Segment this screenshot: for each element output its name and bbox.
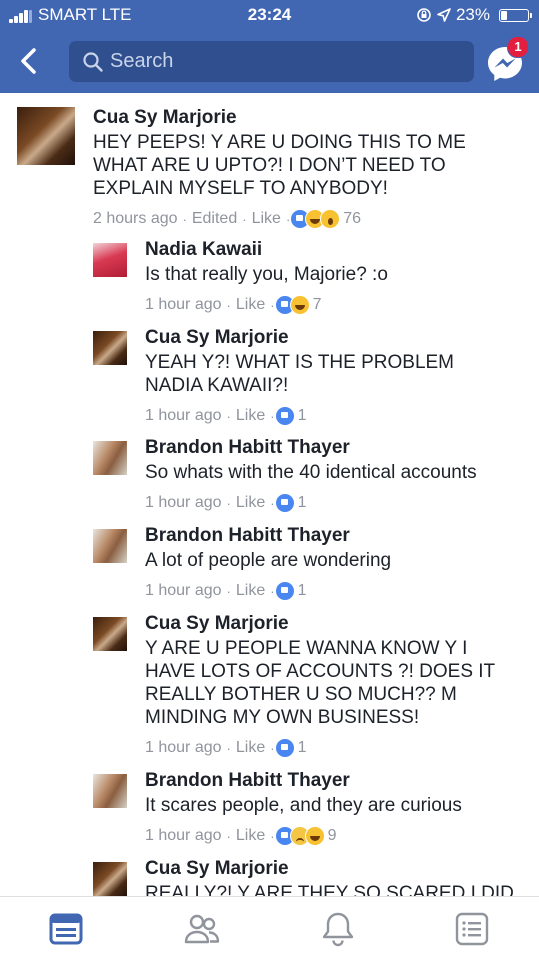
haha-reaction-icon[interactable] (304, 826, 325, 846)
notification-badge: 1 (507, 36, 529, 58)
reaction-count[interactable]: 9 (328, 827, 337, 845)
news-feed-icon[interactable] (46, 909, 86, 949)
comments-list: Cua Sy Marjorie HEY PEEPS! Y ARE U DOING … (0, 93, 539, 896)
comment-author[interactable]: Brandon Habitt Thayer (145, 525, 350, 547)
like-reaction-icon[interactable] (274, 406, 295, 426)
separator: · (226, 583, 231, 599)
separator: · (270, 495, 275, 511)
reaction-count[interactable]: 1 (298, 494, 307, 512)
avatar[interactable] (93, 617, 127, 651)
comment-author[interactable]: Brandon Habitt Thayer (145, 437, 350, 459)
reaction-count[interactable]: 7 (313, 296, 322, 314)
separator: · (226, 740, 231, 756)
comment-text: Is that really you, Majorie? :o (145, 264, 388, 285)
search-bar[interactable] (69, 41, 474, 82)
comment-meta: 1 hour ago · Like · 1 (145, 406, 306, 426)
comment-text: REALLY?! Y ARE THEY SO SCARED I DID (145, 883, 514, 896)
status-bar: SMART LTE 23:24 23% (0, 0, 539, 30)
top-bar: SMART LTE 23:24 23% 1 (0, 0, 539, 93)
reaction-count[interactable]: 1 (298, 407, 307, 425)
separator: · (270, 408, 275, 424)
comment-meta: 1 hour ago · Like · 1 (145, 738, 306, 758)
reaction-count[interactable]: 76 (343, 210, 361, 228)
separator: · (270, 740, 275, 756)
comment-author[interactable]: Cua Sy Marjorie (145, 613, 289, 635)
separator: · (226, 297, 231, 313)
avatar[interactable] (93, 774, 127, 808)
location-arrow-icon (437, 8, 451, 22)
like-button[interactable]: Like (236, 582, 265, 600)
separator: · (226, 828, 231, 844)
notifications-icon[interactable] (318, 909, 358, 949)
comment-text: HEY PEEPS! Y ARE U DOING THIS TO ME WHAT… (93, 132, 466, 199)
comment-author[interactable]: Cua Sy Marjorie (145, 858, 289, 880)
edited-label[interactable]: Edited (192, 210, 237, 228)
comment-meta: 1 hour ago · Like · 1 (145, 581, 306, 601)
separator: · (226, 495, 231, 511)
separator: · (270, 828, 275, 844)
comment-timestamp[interactable]: 1 hour ago (145, 582, 222, 600)
like-button[interactable]: Like (236, 407, 265, 425)
lock-rotation-icon (417, 8, 431, 22)
comment-author[interactable]: Nadia Kawaii (145, 239, 262, 261)
comment-timestamp[interactable]: 1 hour ago (145, 827, 222, 845)
like-reaction-icon[interactable] (274, 738, 295, 758)
like-reaction-icon[interactable] (274, 493, 295, 513)
bottom-nav (0, 896, 539, 961)
search-input[interactable] (110, 41, 460, 82)
like-button[interactable]: Like (236, 494, 265, 512)
reaction-count[interactable]: 1 (298, 582, 307, 600)
avatar[interactable] (93, 243, 127, 277)
battery-percent: 23% (455, 5, 490, 24)
avatar[interactable] (93, 441, 127, 475)
comment-author[interactable]: Cua Sy Marjorie (93, 107, 237, 129)
comment-author[interactable]: Cua Sy Marjorie (145, 327, 289, 349)
haha-reaction-icon[interactable] (289, 295, 310, 315)
separator: · (242, 211, 247, 227)
comment-timestamp[interactable]: 1 hour ago (145, 494, 222, 512)
comment-text: A lot of people are wondering (145, 550, 392, 571)
separator: · (270, 297, 275, 313)
comment-timestamp[interactable]: 1 hour ago (145, 407, 222, 425)
avatar[interactable] (93, 331, 127, 365)
comment-author[interactable]: Brandon Habitt Thayer (145, 770, 350, 792)
like-button[interactable]: Like (252, 210, 281, 228)
comment-timestamp[interactable]: 2 hours ago (93, 210, 178, 228)
chevron-left-icon[interactable] (18, 47, 42, 75)
like-button[interactable]: Like (236, 739, 265, 757)
like-button[interactable]: Like (236, 296, 265, 314)
separator: · (270, 583, 275, 599)
friends-icon[interactable] (182, 909, 222, 949)
separator: · (226, 408, 231, 424)
comment-text: Y ARE U PEOPLE WANNA KNOW Y I HAVE LOTS … (145, 638, 496, 728)
battery-icon (499, 8, 532, 22)
comment-text: YEAH Y?! WHAT IS THE PROBLEM NADIA KAWAI… (145, 352, 455, 396)
avatar[interactable] (93, 529, 127, 563)
comment-timestamp[interactable]: 1 hour ago (145, 739, 222, 757)
comment-text: So whats with the 40 identical accounts (145, 462, 477, 483)
comment-timestamp[interactable]: 1 hour ago (145, 296, 222, 314)
comment-meta: 1 hour ago · Like · 9 (145, 826, 336, 846)
menu-icon[interactable] (452, 909, 492, 949)
avatar[interactable] (93, 862, 127, 896)
reaction-count[interactable]: 1 (298, 739, 307, 757)
search-icon (83, 52, 103, 72)
separator: · (182, 211, 187, 227)
comment-meta: 1 hour ago · Like · 7 (145, 295, 321, 315)
comment-meta: 2 hours ago · Edited · Like · 76 (93, 209, 361, 229)
avatar[interactable] (17, 107, 75, 165)
comment-meta: 1 hour ago · Like · 1 (145, 493, 306, 513)
like-button[interactable]: Like (236, 827, 265, 845)
like-reaction-icon[interactable] (274, 581, 295, 601)
wow-reaction-icon[interactable] (320, 209, 341, 229)
comment-text: It scares people, and they are curious (145, 795, 462, 816)
